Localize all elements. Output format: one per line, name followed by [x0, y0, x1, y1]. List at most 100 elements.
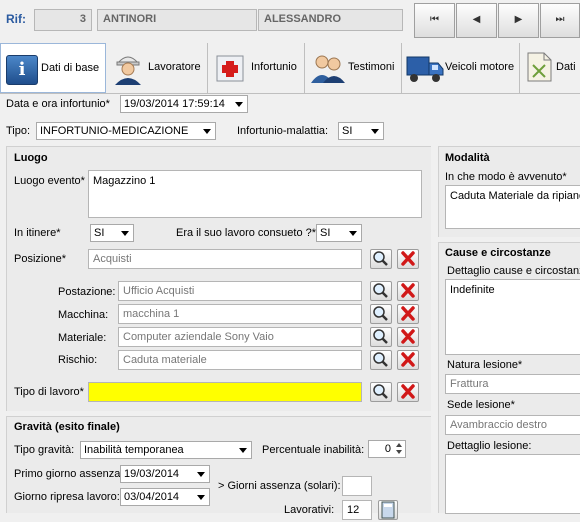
search-icon — [373, 329, 388, 344]
nav-first-button[interactable]: ⏮ — [414, 3, 455, 38]
delete-icon — [401, 384, 415, 399]
chevron-down-icon — [235, 102, 243, 107]
cause-dettaglio-value: Indefinite — [450, 284, 495, 296]
data-ora-label: Data e ora infortunio* — [6, 98, 110, 110]
tipo-gravita-value: Inabilità temporanea — [84, 444, 184, 456]
postazione-delete-button[interactable] — [397, 281, 419, 301]
nav-prev-button[interactable]: ◀ — [456, 3, 497, 38]
macchina-label: Macchina: — [58, 309, 109, 321]
tab-lavoratore[interactable]: Lavoratore — [106, 43, 208, 93]
ripresa-value: 03/04/2014 — [124, 491, 180, 503]
percentuale-stepper[interactable]: 0 — [368, 440, 406, 458]
nav-last-icon: ⏭ — [555, 14, 565, 25]
in-itinere-label: In itinere* — [14, 227, 61, 239]
spin-up-icon[interactable] — [396, 443, 402, 447]
nav-prev-icon: ◀ — [472, 14, 481, 25]
ripresa-combo[interactable]: 03/04/2014 — [120, 488, 210, 506]
macchina-search-button[interactable] — [370, 304, 392, 324]
modalita-come-value: Caduta Materiale da ripiano — [450, 190, 580, 202]
luogo-evento-value: Magazzino 1 — [93, 175, 156, 187]
data-ora-value: 19/03/2014 17:59:14 — [124, 98, 225, 110]
tab-testimoni[interactable]: Testimoni — [305, 43, 402, 93]
modalita-title: Modalità — [445, 152, 490, 164]
tipo-lavoro-delete-button[interactable] — [397, 382, 419, 402]
in-itinere-combo[interactable]: SI — [90, 224, 134, 242]
chevron-down-icon — [349, 231, 357, 236]
tab-dati-di-base[interactable]: i Dati di base — [0, 43, 106, 93]
nav-next-button[interactable]: ▶ — [498, 3, 539, 38]
sede-lesione-field[interactable]: Avambraccio destro — [445, 415, 580, 435]
primo-giorno-value: 19/03/2014 — [124, 468, 180, 480]
name-field: ALESSANDRO — [258, 9, 403, 31]
tipo-lavoro-search-button[interactable] — [370, 382, 392, 402]
materiale-field[interactable]: Computer aziendale Sony Vaio — [118, 327, 362, 347]
posizione-search-button[interactable] — [370, 249, 392, 269]
posizione-label: Posizione* — [14, 253, 66, 265]
modalita-come-textarea[interactable]: Caduta Materiale da ripiano — [445, 185, 580, 229]
truck-icon — [406, 56, 444, 82]
chevron-down-icon — [197, 472, 205, 477]
chevron-down-icon — [371, 129, 379, 134]
lavoro-consueto-value: SI — [320, 227, 331, 239]
postazione-field[interactable]: Ufficio Acquisti — [118, 281, 362, 301]
delete-icon — [401, 283, 415, 298]
posizione-delete-button[interactable] — [397, 249, 419, 269]
infortunio-malattia-value: SI — [342, 125, 353, 137]
search-icon — [373, 306, 388, 321]
lavoro-consueto-combo[interactable]: SI — [316, 224, 362, 242]
data-ora-combo[interactable]: 19/03/2014 17:59:14 — [120, 95, 248, 113]
tipo-gravita-combo[interactable]: Inabilità temporanea — [80, 441, 252, 459]
calculator-button[interactable] — [378, 500, 398, 520]
in-itinere-value: SI — [94, 227, 105, 239]
search-icon — [373, 251, 388, 266]
dettaglio-lesione-textarea[interactable] — [445, 454, 580, 514]
rischio-field[interactable]: Caduta materiale — [118, 350, 362, 370]
percentuale-value: 0 — [384, 443, 391, 455]
giorni-solari-field[interactable] — [342, 476, 372, 496]
tab-dati[interactable]: Dati — [520, 43, 580, 93]
rischio-search-button[interactable] — [370, 350, 392, 370]
tipo-lavoro-field[interactable] — [88, 382, 362, 402]
luogo-title: Luogo — [14, 152, 48, 164]
infortunio-malattia-combo[interactable]: SI — [338, 122, 384, 140]
nav-last-button[interactable]: ⏭ — [540, 3, 580, 38]
macchina-field[interactable]: macchina 1 — [118, 304, 362, 324]
primo-giorno-combo[interactable]: 19/03/2014 — [120, 465, 210, 483]
postazione-label: Postazione: — [58, 286, 116, 298]
delete-icon — [401, 329, 415, 344]
materiale-delete-button[interactable] — [397, 327, 419, 347]
first-aid-icon — [216, 55, 244, 82]
lavorativi-label: Lavorativi: — [284, 504, 335, 516]
macchina-delete-button[interactable] — [397, 304, 419, 324]
lavorativi-field[interactable]: 12 — [342, 500, 372, 520]
search-icon — [373, 384, 388, 399]
nav-first-icon: ⏮ — [430, 14, 439, 25]
rischio-delete-button[interactable] — [397, 350, 419, 370]
postazione-search-button[interactable] — [370, 281, 392, 301]
search-icon — [373, 283, 388, 298]
chevron-down-icon — [121, 231, 129, 236]
toolbar-header: Rif: 3 ANTINORI ALESSANDRO ⏮ ◀ ▶ ⏭ — [0, 0, 580, 42]
luogo-evento-label: Luogo evento* — [14, 175, 85, 187]
materiale-search-button[interactable] — [370, 327, 392, 347]
luogo-evento-textarea[interactable]: Magazzino 1 — [88, 170, 422, 218]
tipo-combo[interactable]: INFORTUNIO-MEDICAZIONE — [36, 122, 216, 140]
posizione-field[interactable]: Acquisti — [88, 249, 362, 269]
cause-dettaglio-textarea[interactable]: Indefinite — [445, 279, 580, 355]
delete-icon — [401, 251, 415, 266]
rif-number-field: 3 — [34, 9, 92, 31]
worker-icon — [115, 56, 141, 85]
tab-veicoli-motore[interactable]: Veicoli motore — [402, 43, 520, 93]
surname-field: ANTINORI — [97, 9, 257, 31]
materiale-label: Materiale: — [58, 332, 107, 344]
lavoro-consueto-label: Era il suo lavoro consueto ?* — [176, 227, 317, 239]
percentuale-label: Percentuale inabilità: — [262, 444, 365, 456]
tipo-label: Tipo: — [6, 125, 31, 137]
tab-infortunio[interactable]: Infortunio — [208, 43, 305, 93]
gravita-title: Gravità (esito finale) — [14, 421, 120, 433]
delete-icon — [401, 306, 415, 321]
natura-lesione-field[interactable]: Frattura — [445, 374, 580, 394]
tab-label: Lavoratore — [148, 61, 201, 73]
spin-down-icon[interactable] — [396, 450, 402, 454]
tipo-gravita-label: Tipo gravità: — [14, 444, 75, 456]
